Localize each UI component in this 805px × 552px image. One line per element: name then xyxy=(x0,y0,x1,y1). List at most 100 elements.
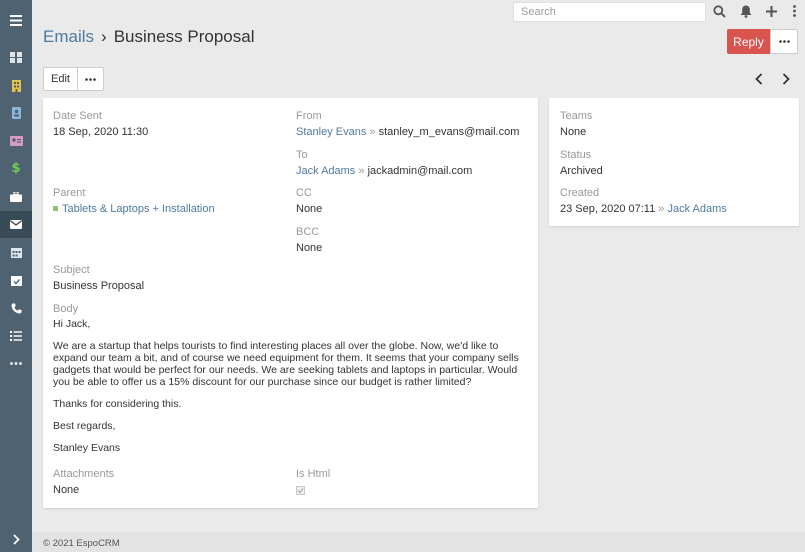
plus-icon xyxy=(765,5,777,17)
body-regards: Best regards, xyxy=(53,420,116,432)
is-html-field: Is Html xyxy=(296,468,330,498)
date-sent-label: Date Sent xyxy=(53,110,102,122)
task-list-icon xyxy=(10,330,22,341)
created-separator: » xyxy=(658,203,665,215)
to-field: To Jack Adams » jackadmin@mail.com xyxy=(296,149,472,178)
status-label: Status xyxy=(560,149,592,161)
search-button[interactable] xyxy=(711,3,727,19)
from-separator: » xyxy=(369,126,376,138)
sidebar-item-dashboard[interactable] xyxy=(0,44,32,71)
notifications-button[interactable] xyxy=(738,3,754,19)
attachments-value: None xyxy=(53,484,80,496)
sidebar-item-contacts[interactable] xyxy=(0,99,32,126)
created-field: Created 23 Sep, 2020 07:11 » Jack Adams xyxy=(560,187,727,216)
bcc-value: None xyxy=(296,242,323,254)
sidebar-item-tasks[interactable] xyxy=(0,322,32,349)
parent-link[interactable]: Tablets & Laptops + Installation xyxy=(62,203,215,215)
chevron-right-icon xyxy=(782,73,790,85)
chevron-left-icon xyxy=(755,73,763,85)
to-name-link[interactable]: Jack Adams xyxy=(296,165,355,177)
calendar-check-icon xyxy=(10,276,22,286)
to-separator: » xyxy=(358,165,365,177)
teams-label: Teams xyxy=(560,110,593,122)
more-dots-icon xyxy=(85,77,96,81)
to-email: jackadmin@mail.com xyxy=(367,165,473,177)
cc-field: CC None xyxy=(296,187,322,216)
body-signature: Stanley Evans xyxy=(53,442,121,454)
breadcrumb: Emails › Business Proposal xyxy=(43,27,255,47)
edit-button[interactable]: Edit xyxy=(43,67,78,91)
page-title: Business Proposal xyxy=(113,27,255,46)
to-label: To xyxy=(296,149,308,161)
search-icon xyxy=(712,4,726,18)
sidebar-item-leads[interactable] xyxy=(0,127,32,154)
breadcrumb-emails-link[interactable]: Emails xyxy=(43,27,94,46)
sidebar-item-meetings[interactable] xyxy=(0,267,32,294)
sidebar-item-calendar[interactable] xyxy=(0,239,32,266)
date-sent-field: Date Sent 18 Sep, 2020 11:30 xyxy=(53,110,148,139)
body-field: Body xyxy=(53,303,78,316)
hamburger-icon xyxy=(10,15,22,26)
body-paragraph: We are a startup that helps tourists to … xyxy=(53,340,519,388)
parent-field: Parent Tablets & Laptops + Installation xyxy=(53,187,215,216)
body-thanks: Thanks for considering this. xyxy=(53,398,182,410)
created-date: 23 Sep, 2020 07:11 xyxy=(560,203,656,215)
footer: © 2021 EspoCRM xyxy=(32,532,805,552)
reply-more-button[interactable] xyxy=(770,29,798,54)
dollar-icon: $ xyxy=(11,161,21,176)
status-value: Archived xyxy=(560,165,603,177)
bell-icon xyxy=(740,5,752,18)
previous-record-button[interactable] xyxy=(752,71,766,87)
from-email: stanley_m_evans@mail.com xyxy=(378,126,520,138)
briefcase-icon xyxy=(10,191,22,202)
is-html-label: Is Html xyxy=(296,468,331,480)
dashboard-icon xyxy=(10,52,22,63)
search-input[interactable] xyxy=(513,2,706,22)
edit-more-button[interactable] xyxy=(78,67,104,91)
contact-book-icon xyxy=(11,106,21,119)
id-card-icon xyxy=(9,135,23,146)
sidebar-item-emails[interactable] xyxy=(0,211,32,238)
vertical-dots-icon xyxy=(792,5,796,17)
subject-field: Subject Business Proposal xyxy=(53,264,144,293)
is-html-checkbox xyxy=(296,486,305,495)
subject-label: Subject xyxy=(53,264,90,276)
sidebar: $ xyxy=(0,0,32,552)
sidebar-item-opportunities[interactable]: $ xyxy=(0,155,32,182)
breadcrumb-separator: › xyxy=(101,27,107,46)
topbar xyxy=(32,0,805,22)
quick-create-button[interactable] xyxy=(763,3,779,19)
phone-icon xyxy=(11,303,21,314)
from-field: From Stanley Evans » stanley_m_evans@mai… xyxy=(296,110,519,139)
more-dots-icon xyxy=(778,40,790,43)
calendar-icon xyxy=(10,248,22,258)
sidebar-item-calls[interactable] xyxy=(0,295,32,322)
body-greeting: Hi Jack, xyxy=(53,318,91,330)
menu-toggle-button[interactable] xyxy=(0,7,32,34)
cc-label: CC xyxy=(296,187,312,199)
body-label: Body xyxy=(53,303,79,315)
next-record-button[interactable] xyxy=(779,71,793,87)
footer-copyright: © 2021 EspoCRM xyxy=(43,538,120,549)
side-info-panel: Teams None Status Archived Created 23 Se… xyxy=(549,98,799,226)
bcc-field: BCC None xyxy=(296,226,322,255)
from-name-link[interactable]: Stanley Evans xyxy=(296,126,366,138)
subject-value: Business Proposal xyxy=(53,280,145,292)
check-icon xyxy=(297,488,304,494)
teams-value: None xyxy=(560,126,587,138)
email-detail-panel: Date Sent 18 Sep, 2020 11:30 From Stanle… xyxy=(43,98,538,508)
sidebar-item-more[interactable] xyxy=(0,350,32,377)
bcc-label: BCC xyxy=(296,226,320,238)
sidebar-expand-button[interactable] xyxy=(0,526,32,552)
sidebar-item-accounts[interactable] xyxy=(0,72,32,99)
menu-button[interactable] xyxy=(786,3,802,19)
attachments-field: Attachments None xyxy=(53,468,114,497)
created-by-link[interactable]: Jack Adams xyxy=(667,203,726,215)
status-field: Status Archived xyxy=(560,149,603,178)
parent-label: Parent xyxy=(53,187,86,199)
reply-button[interactable]: Reply xyxy=(727,29,770,54)
email-body: Hi Jack, We are a startup that helps tou… xyxy=(53,318,523,464)
sidebar-item-cases[interactable] xyxy=(0,183,32,210)
date-sent-value: 18 Sep, 2020 11:30 xyxy=(53,126,149,138)
more-dots-icon xyxy=(10,362,22,365)
